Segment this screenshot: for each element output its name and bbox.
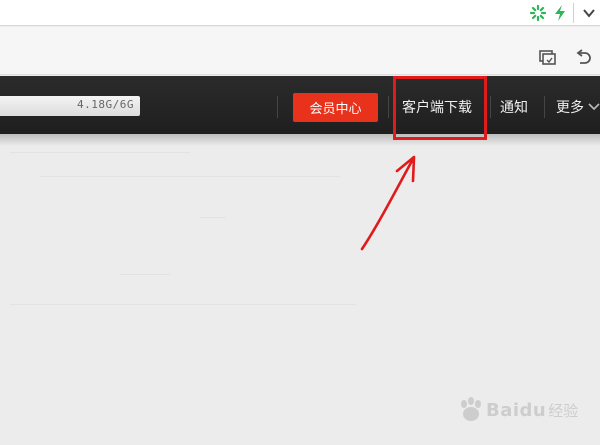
content-placeholder-line [200, 217, 226, 218]
red-arrow-annotation [360, 155, 416, 251]
browser-toolbar [0, 27, 600, 75]
lightning-icon[interactable] [549, 2, 571, 24]
paw-logo-icon [461, 397, 481, 421]
baidu-jingyan-watermark: Baidu 经验 [458, 392, 598, 428]
storage-usage-text: 4.18G/6G [77, 98, 134, 111]
nav-separator [544, 96, 545, 118]
content-placeholder-line [10, 304, 356, 305]
extension-icons [527, 0, 600, 26]
highlight-box-annotation [393, 76, 487, 140]
header-shadow [0, 134, 600, 146]
chevron-down-icon[interactable] [578, 2, 600, 24]
storage-usage-bar[interactable]: 4.18G/6G [0, 96, 140, 116]
more-chevron-icon [588, 103, 600, 111]
vip-center-button[interactable]: 会员中心 [293, 93, 378, 122]
nav-separator [490, 96, 491, 118]
watermark-sub-text: 经验 [548, 401, 579, 420]
more-menu[interactable]: 更多 [556, 96, 600, 118]
screenshot-icon[interactable] [537, 47, 559, 69]
content-placeholder-line [10, 152, 190, 153]
content-placeholder-line [120, 274, 170, 275]
browser-top-bar [0, 0, 600, 26]
notifications-link[interactable]: 通知 [500, 96, 528, 118]
undo-icon[interactable] [572, 47, 594, 69]
nav-separator [388, 96, 389, 118]
watermark-logo-text: Baidu [486, 399, 547, 421]
toolbar-separator [573, 3, 574, 23]
more-label: 更多 [556, 100, 584, 116]
loading-spinner-icon[interactable] [527, 2, 549, 24]
content-placeholder-line [40, 176, 340, 177]
nav-separator [277, 96, 278, 118]
